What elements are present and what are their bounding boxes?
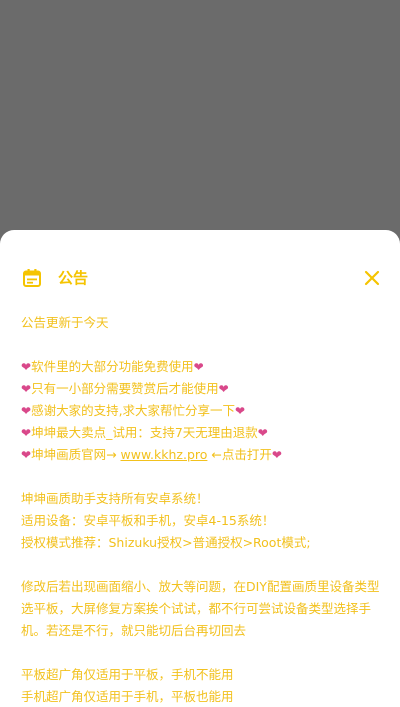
tip-paragraph: 修改后若出现画面缩小、放大等问题，在DIY配置画质里设备类型选平板，大屏修复方案…	[21, 579, 380, 638]
heart-icon: ❤	[21, 382, 32, 396]
heart-line-text: 只有一小部分需要赞赏后才能使用	[31, 381, 219, 396]
heart-line-text: 软件里的大部分功能免费使用	[31, 359, 194, 374]
heart-line: ❤只有一小部分需要赞赏后才能使用❤	[21, 378, 381, 400]
updated-text: 公告更新于今天	[21, 315, 109, 330]
heart-line: ❤坤坤最大卖点_试用：支持7天无理由退款❤	[21, 422, 381, 444]
official-site-prefix: 坤坤画质官网→	[31, 447, 121, 462]
heart-icon: ❤	[257, 426, 268, 440]
official-site-line: ❤坤坤画质官网→ www.kkhz.pro ←点击打开❤	[21, 444, 381, 466]
heart-icon: ❤	[21, 404, 32, 418]
announcement-sheet: 公告 公告更新于今天 ❤软件里的大部分功能免费使用❤ ❤只有一小部分需要赞赏后才…	[0, 230, 400, 707]
calendar-icon	[23, 269, 41, 287]
device-line: 平板超广角仅适用于平板，手机不能用	[21, 667, 234, 682]
announcement-body: 公告更新于今天 ❤软件里的大部分功能免费使用❤ ❤只有一小部分需要赞赏后才能使用…	[21, 312, 381, 707]
official-site-suffix: ←点击打开	[207, 447, 272, 462]
heart-line: ❤软件里的大部分功能免费使用❤	[21, 356, 381, 378]
heart-icon: ❤	[21, 360, 32, 374]
heart-line-text: 坤坤最大卖点_试用：支持7天无理由退款	[31, 425, 258, 440]
heart-icon: ❤	[21, 426, 32, 440]
support-line: 坤坤画质助手支持所有安卓系统！	[21, 491, 209, 506]
announcement-title: 公告	[58, 269, 89, 287]
support-line: 适用设备：安卓平板和手机，安卓4-15系统！	[21, 513, 275, 528]
heart-line: ❤感谢大家的支持,求大家帮忙分享一下❤	[21, 400, 381, 422]
heart-icon: ❤	[21, 448, 32, 462]
support-line: 授权模式推荐：Shizuku授权>普通授权>Root模式;	[21, 535, 311, 550]
heart-line-text: 感谢大家的支持,求大家帮忙分享一下	[31, 403, 236, 418]
heart-icon: ❤	[193, 360, 204, 374]
heart-icon: ❤	[218, 382, 229, 396]
official-site-link[interactable]: www.kkhz.pro	[121, 447, 208, 462]
heart-icon: ❤	[271, 448, 282, 462]
heart-icon: ❤	[235, 404, 246, 418]
device-line: 手机超广角仅适用于手机，平板也能用	[21, 689, 234, 704]
close-icon[interactable]	[362, 268, 382, 288]
